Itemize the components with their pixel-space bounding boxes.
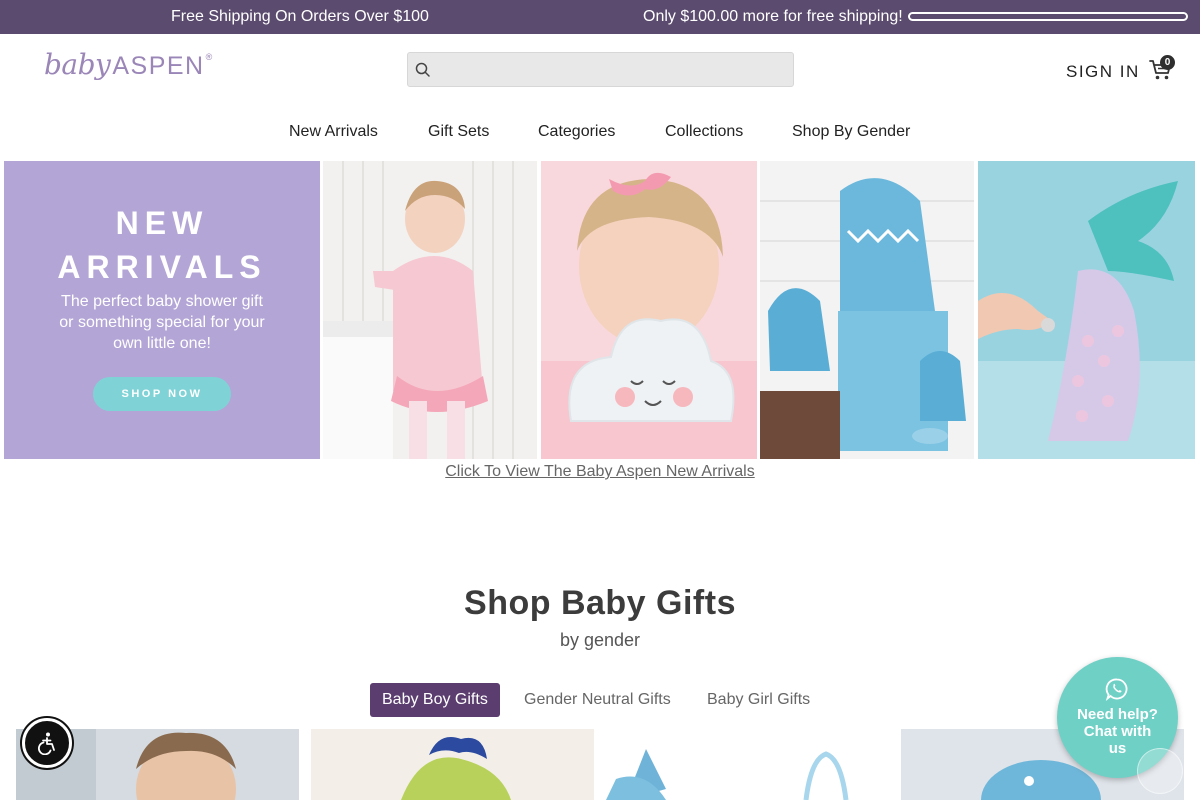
- chat-label-line2: Chat with: [1083, 723, 1152, 740]
- search-box[interactable]: [407, 52, 794, 87]
- banner-heading-line2: ARRIVALS: [57, 249, 267, 285]
- tab-baby-girl-gifts[interactable]: Baby Girl Gifts: [707, 683, 810, 717]
- logo-registered-mark: ®: [205, 52, 213, 62]
- free-shipping-promo: Free Shipping On Orders Over $100: [171, 8, 429, 25]
- nav-item-categories[interactable]: Categories: [538, 123, 615, 141]
- banner-photo-cloud-bank: [541, 161, 757, 459]
- nav-item-collections[interactable]: Collections: [665, 123, 743, 141]
- nav-item-new-arrivals[interactable]: New Arrivals: [289, 123, 378, 141]
- banner-subtext-line3: own little one!: [113, 335, 211, 352]
- main-nav: New Arrivals Gift Sets Categories Collec…: [0, 123, 1200, 145]
- search-icon: [415, 62, 430, 77]
- banner-photo-shark-set: [760, 161, 974, 459]
- shop-now-button[interactable]: SHOP NOW: [93, 377, 231, 411]
- baby-aspen-logo[interactable]: baby ASPEN ®: [44, 48, 212, 88]
- new-arrivals-banner[interactable]: NEW ARRIVALS The perfect baby shower gif…: [4, 161, 1195, 459]
- nav-item-shop-by-gender[interactable]: Shop By Gender: [792, 123, 910, 141]
- banner-subtext-line1: The perfect baby shower gift: [61, 293, 263, 310]
- section-title: Shop Baby Gifts: [464, 584, 736, 622]
- tab-gender-neutral-gifts[interactable]: Gender Neutral Gifts: [524, 683, 671, 717]
- product-thumb-3[interactable]: [606, 729, 889, 800]
- banner-photo-mermaid-bank: [978, 161, 1195, 459]
- shipping-status-text: Only $100.00 more for free shipping!: [643, 8, 903, 25]
- chat-label-line1: Need help?: [1077, 706, 1158, 723]
- accessibility-icon: [38, 732, 55, 755]
- section-subtitle: by gender: [559, 630, 641, 650]
- logo-text-aspen: ASPEN: [112, 52, 205, 80]
- banner-photo-baby-girl: [323, 161, 537, 459]
- cart-count-badge: 0: [1160, 55, 1175, 70]
- sign-in-link[interactable]: SIGN IN: [1066, 62, 1140, 82]
- product-thumb-2[interactable]: [311, 729, 594, 800]
- accessibility-button[interactable]: [22, 718, 72, 768]
- banner-subtext: The perfect baby shower gift or somethin…: [28, 291, 296, 354]
- tab-baby-boy-gifts[interactable]: Baby Boy Gifts: [370, 683, 500, 717]
- gender-tabs: Baby Boy Gifts Gender Neutral Gifts Baby…: [0, 683, 1200, 717]
- banner-subtext-line2: or something special for your: [59, 314, 265, 331]
- whatsapp-icon: [1105, 678, 1128, 701]
- chat-minimized-bubble[interactable]: [1137, 748, 1183, 794]
- promo-bar: Free Shipping On Orders Over $100 Only $…: [0, 0, 1200, 34]
- banner-text-panel: NEW ARRIVALS The perfect baby shower gif…: [4, 161, 320, 459]
- logo-text-baby: baby: [44, 48, 111, 81]
- shipping-progress-bar: [908, 12, 1188, 21]
- nav-item-gift-sets[interactable]: Gift Sets: [428, 123, 489, 141]
- new-arrivals-link[interactable]: Click To View The Baby Aspen New Arrival…: [0, 463, 1200, 481]
- search-input[interactable]: [436, 53, 786, 86]
- banner-heading: NEW ARRIVALS: [4, 201, 320, 289]
- banner-heading-line1: NEW: [115, 205, 209, 241]
